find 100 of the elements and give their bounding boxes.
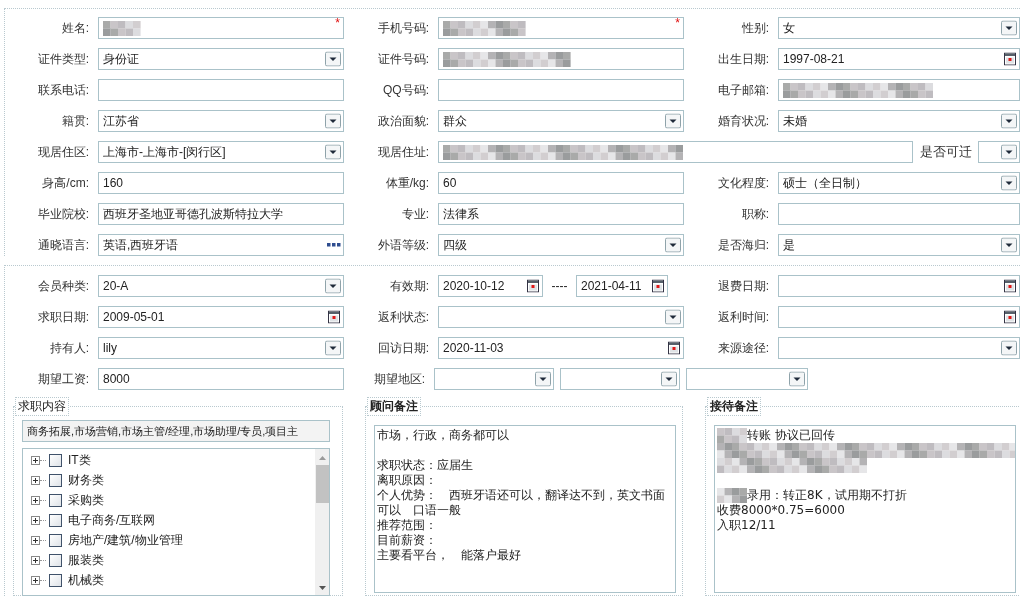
panel-title: 接待备注 [707, 397, 761, 416]
field-label: 电子邮箱: [716, 81, 770, 99]
required-asterisk: * [675, 17, 680, 29]
more-icon[interactable] [327, 243, 341, 247]
field-label: 持有人: [48, 339, 90, 357]
dropdown[interactable]: 20-A [98, 275, 344, 297]
dropdown[interactable]: 身份证 [98, 48, 344, 70]
field-label: 来源途径: [716, 339, 770, 357]
expand-icon[interactable] [31, 495, 40, 505]
expand-icon[interactable] [31, 575, 40, 585]
scroll-thumb[interactable] [315, 465, 329, 503]
text-field[interactable] [438, 79, 684, 101]
dropdown[interactable]: 女 [778, 17, 1020, 39]
text-field[interactable]: 160 [98, 172, 344, 194]
tree-item[interactable]: 电子商务/互联网 [68, 511, 156, 529]
field-label: QQ号码: [382, 81, 430, 99]
field-label: 性别: [740, 19, 770, 37]
expand-icon[interactable] [31, 515, 40, 525]
dropdown[interactable]: 群众 [438, 110, 684, 132]
calendar-icon[interactable] [1004, 310, 1016, 324]
date-field[interactable]: 2021-04-11 [576, 275, 668, 297]
text-field[interactable] [778, 79, 1020, 101]
field-label: 籍贯: [60, 112, 90, 130]
tree-item[interactable]: 房地产/建筑/物业管理 [68, 531, 183, 549]
text-field[interactable] [438, 48, 684, 70]
calendar-icon[interactable] [328, 310, 340, 324]
dropdown[interactable]: 是 [778, 234, 1020, 256]
expand-icon[interactable] [31, 455, 40, 465]
text-field[interactable]: 西班牙圣地亚哥德孔波斯特拉大学 [98, 203, 344, 225]
calendar-icon[interactable] [527, 279, 539, 293]
note-line: 市场，行政，商务都可以 [377, 428, 509, 443]
field-label: 手机号码: [376, 19, 430, 37]
date-field[interactable]: 2020-11-03 [438, 337, 684, 359]
calendar-icon[interactable] [652, 279, 664, 293]
panel-title: 求职内容 [15, 397, 69, 416]
date-field[interactable]: 2020-10-12 [438, 275, 543, 297]
scroll-down-icon[interactable] [317, 585, 327, 591]
text-field[interactable]: 8000 [98, 368, 344, 390]
lookup-field[interactable]: 英语,西班牙语 [98, 234, 344, 256]
field-label: 职称: [740, 205, 770, 223]
date-field[interactable] [778, 275, 1020, 297]
checkbox[interactable] [49, 553, 62, 567]
note-line: 个人优势： 西班牙语还可以，翻译达不到，英文书面可以 口语一般 [377, 488, 666, 518]
field-label: 体重/kg: [384, 174, 430, 192]
text-field[interactable]: 法律系 [438, 203, 684, 225]
text-field[interactable]: 60 [438, 172, 684, 194]
field-label: 期望工资: [36, 370, 90, 388]
calendar-icon[interactable] [668, 341, 680, 355]
note-line: 目前薪资： [377, 533, 437, 548]
scrollbar[interactable] [315, 449, 329, 595]
field-label: 现居住址: [376, 143, 430, 161]
text-field[interactable] [778, 203, 1020, 225]
text-field[interactable] [98, 79, 344, 101]
checkbox[interactable] [49, 473, 62, 487]
text-field[interactable]: * [98, 17, 344, 39]
field-label: 通晓语言: [36, 236, 90, 254]
dropdown[interactable]: 未婚 [778, 110, 1020, 132]
field-label: 毕业院校: [36, 205, 90, 223]
tree-item[interactable]: 服装类 [68, 551, 104, 569]
dropdown[interactable]: lily [98, 337, 344, 359]
date-field[interactable]: 2009-05-01 [98, 306, 344, 328]
field-label: 专业: [400, 205, 430, 223]
field-label: 外语等级: [376, 236, 430, 254]
selection-field[interactable]: 商务拓展,市场营销,市场主管/经理,市场助理/专员,项目主 [22, 420, 330, 442]
checkbox[interactable] [49, 533, 62, 547]
field-label: 证件号码: [376, 50, 430, 68]
calendar-icon[interactable] [1004, 279, 1016, 293]
field-label: 返利状态: [376, 308, 430, 326]
note-line: 主要看平台， 能落户最好 [377, 548, 521, 563]
expand-icon[interactable] [31, 555, 40, 565]
expand-icon[interactable] [31, 535, 40, 545]
notes-field[interactable]: 转账 协议已回传 录用：转正8K，试用期不打折 收费8000*0.75=6000 入职12/11 [714, 425, 1016, 593]
field-label: 返利时间: [716, 308, 770, 326]
dropdown[interactable]: 江苏省 [98, 110, 344, 132]
field-label: 是否海归: [716, 236, 770, 254]
tree-item[interactable]: 机械类 [68, 571, 104, 589]
dropdown[interactable]: 上海市-上海市-[闵行区] [98, 141, 344, 163]
dropdown[interactable]: 四级 [438, 234, 684, 256]
date-field[interactable]: 1997-08-21 [778, 48, 1020, 70]
date-field[interactable] [778, 306, 1020, 328]
field-label: 婚育状况: [716, 112, 770, 130]
field-label: 联系电话: [36, 81, 90, 99]
note-line: 离职原因： [377, 473, 437, 488]
text-field[interactable] [438, 141, 913, 163]
notes-field[interactable]: 市场，行政，商务都可以 求职状态：应届生 离职原因： 个人优势： 西班牙语还可以，翻译达不到，英文书面可以 口语一般 推荐范围： 目前薪资： 主要看平台， 能落户最好 [374, 425, 676, 593]
checkbox[interactable] [49, 453, 62, 467]
panel-title: 顾问备注 [367, 397, 421, 416]
checkbox[interactable] [49, 573, 62, 587]
calendar-icon[interactable] [1004, 52, 1016, 66]
note-line: 推荐范围： [377, 518, 437, 533]
checkbox[interactable] [49, 513, 62, 527]
text-field[interactable]: * [438, 17, 684, 39]
range-separator: ---- [550, 279, 569, 293]
checkbox[interactable] [49, 493, 62, 507]
tree-item[interactable]: 采购类 [68, 491, 104, 509]
dropdown[interactable]: 硕士（全日制） [778, 172, 1020, 194]
tree-item[interactable]: 财务类 [68, 471, 104, 489]
expand-icon[interactable] [31, 475, 40, 485]
field-label: 身高/cm: [41, 174, 90, 192]
tree-item[interactable]: IT类 [68, 451, 91, 469]
